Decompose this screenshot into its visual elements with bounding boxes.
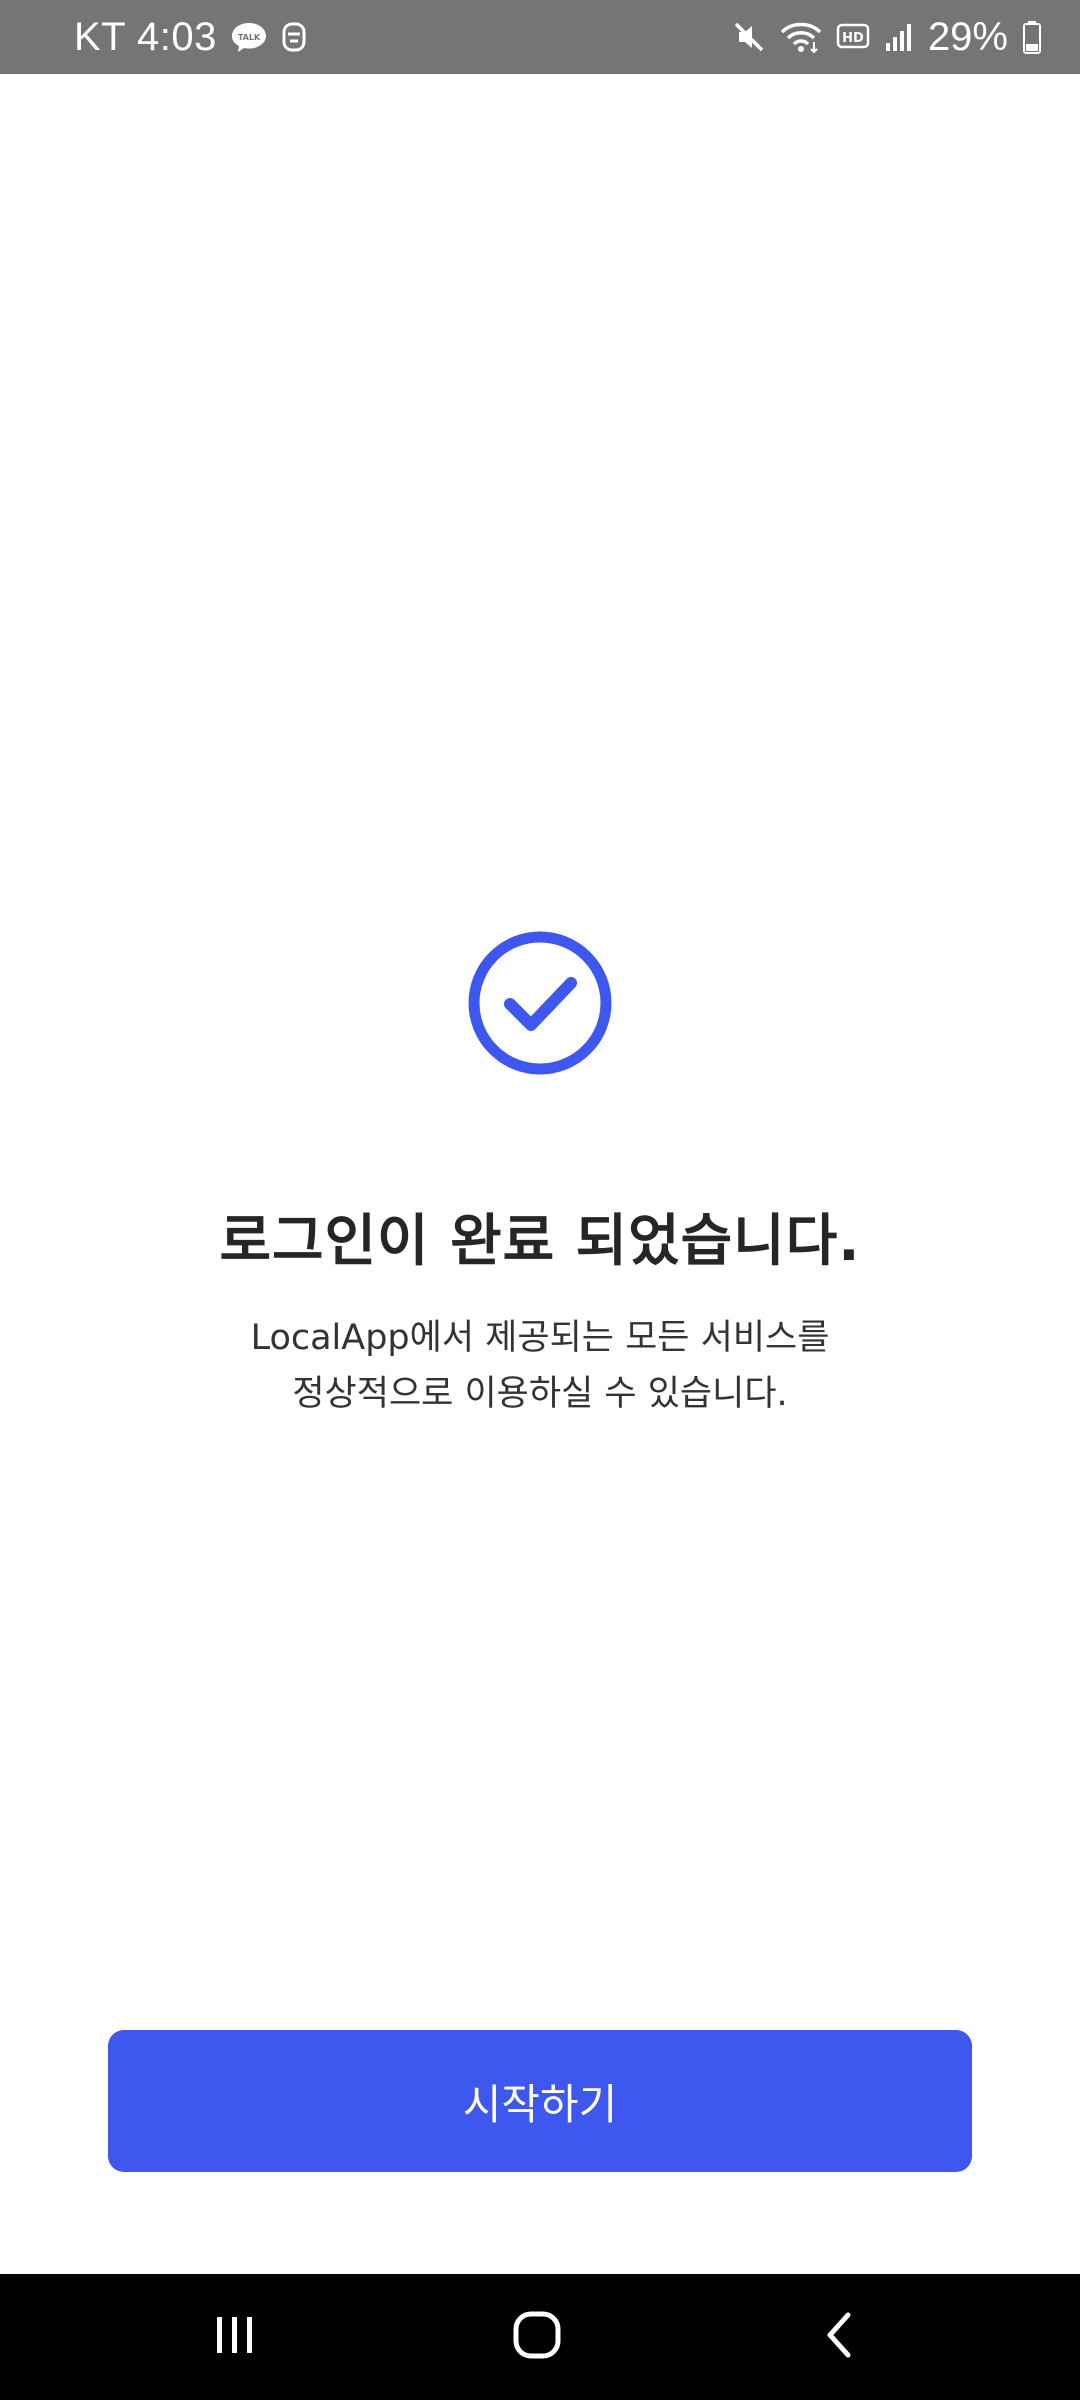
recents-icon	[211, 2311, 259, 2363]
description-line-2: 정상적으로 이용하실 수 있습니다.	[292, 1374, 788, 1414]
navigation-bar	[0, 2274, 1080, 2400]
carrier-time: KT 4:03	[74, 14, 217, 59]
check-circle-icon	[467, 930, 613, 1076]
signal-icon	[884, 21, 914, 53]
battery-percentage: 29%	[927, 14, 1008, 59]
back-icon	[820, 2309, 860, 2365]
recents-button[interactable]	[165, 2274, 305, 2400]
hd-icon: HD	[836, 22, 870, 52]
home-button[interactable]	[467, 2274, 607, 2400]
battery-icon	[1022, 20, 1042, 54]
svg-text:TALK: TALK	[238, 33, 261, 42]
back-button[interactable]	[770, 2274, 910, 2400]
wifi-icon	[780, 20, 822, 54]
description-line-1: LocalApp에서 제공되는 모든 서비스를	[250, 1318, 830, 1358]
mute-icon	[732, 20, 766, 54]
svg-text:HD: HD	[842, 31, 864, 46]
status-bar: KT 4:03 TALK HD 29%	[0, 0, 1080, 74]
kakaotalk-icon: TALK	[231, 21, 267, 53]
app-notification-icon	[281, 21, 307, 53]
start-button[interactable]: 시작하기	[108, 2030, 972, 2172]
description: LocalApp에서 제공되는 모든 서비스를 정상적으로 이용하실 수 있습니…	[0, 1310, 1080, 1422]
home-icon	[511, 2309, 563, 2365]
page-title: 로그인이 완료 되었습니다.	[219, 1209, 861, 1274]
status-left: KT 4:03 TALK	[74, 0, 307, 74]
status-right: HD 29%	[732, 0, 1042, 74]
